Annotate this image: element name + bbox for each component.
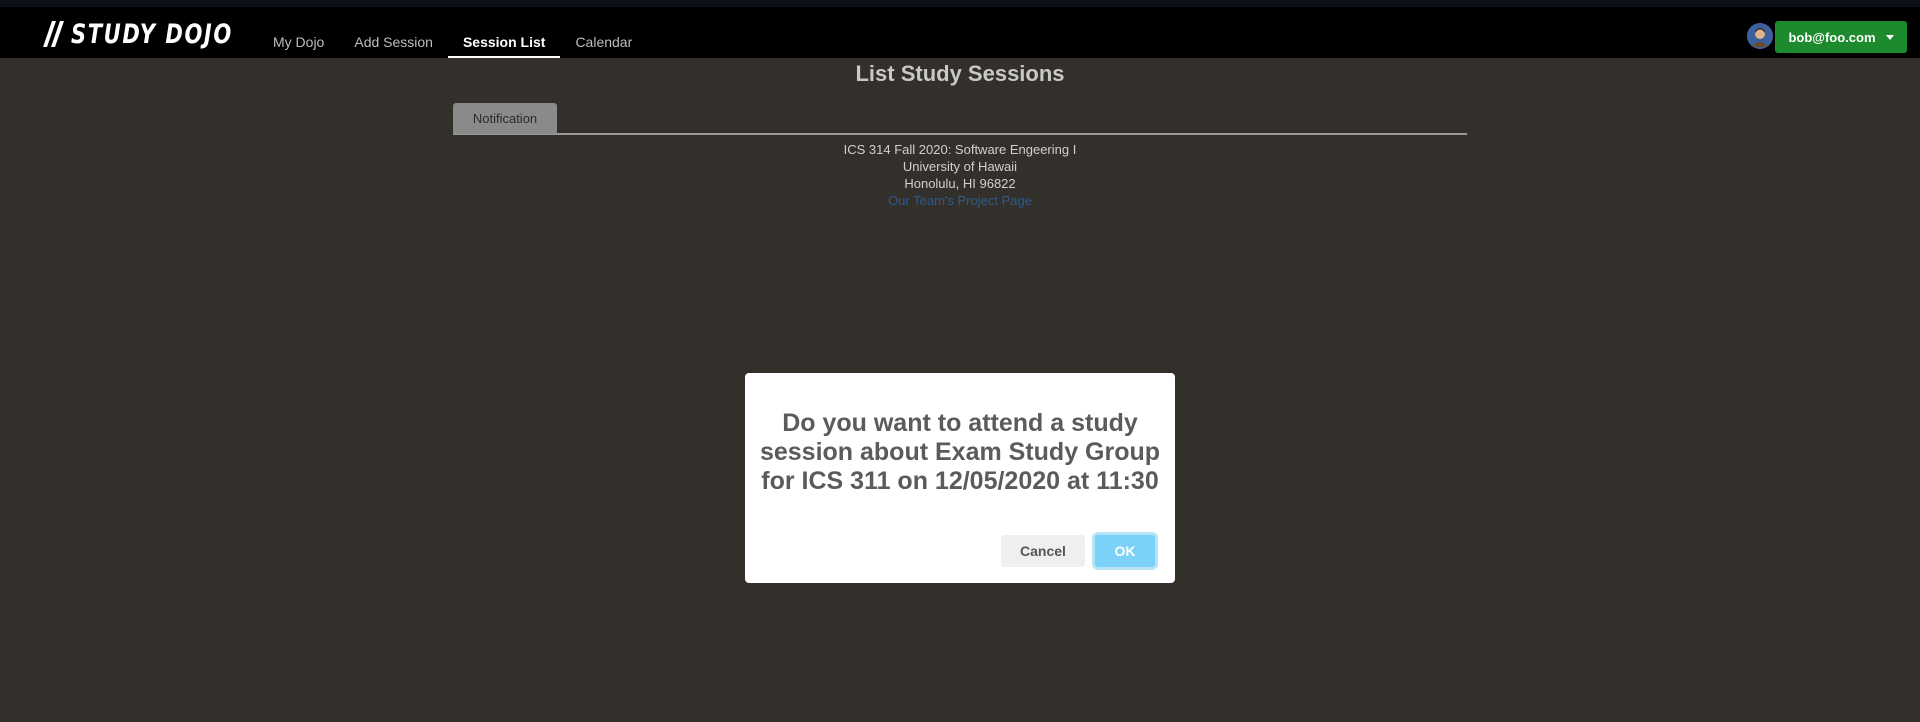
footer-location: Honolulu, HI 96822 xyxy=(904,176,1016,191)
nav-item-add-session[interactable]: Add Session xyxy=(339,7,448,58)
slash-mark-icon xyxy=(43,21,64,47)
cancel-button[interactable]: Cancel xyxy=(1001,535,1085,567)
nav-item-my-dojo[interactable]: My Dojo xyxy=(258,7,339,58)
page-title: List Study Sessions xyxy=(855,61,1065,86)
tab-notification[interactable]: Notification xyxy=(453,103,557,134)
nav-item-calendar[interactable]: Calendar xyxy=(560,7,647,58)
brand-name: STUDY DOJO xyxy=(71,18,233,50)
footer-course: ICS 314 Fall 2020: Software Engeering I xyxy=(843,142,1077,157)
nav-item-session-list[interactable]: Session List xyxy=(447,7,561,58)
top-navbar: STUDY DOJO My Dojo Add Session Session L… xyxy=(0,0,1920,58)
footer-university: University of Hawaii xyxy=(902,159,1018,174)
user-menu-button[interactable]: bob@foo.com xyxy=(1775,21,1907,53)
user-email: bob@foo.com xyxy=(1788,29,1876,45)
dialog-message: Do you want to attend a study session ab… xyxy=(759,409,1161,495)
avatar-figure-icon xyxy=(1747,23,1773,49)
ok-button[interactable]: OK xyxy=(1095,535,1155,567)
footer-info: ICS 314 Fall 2020: Software Engeering I … xyxy=(0,141,1920,209)
confirm-dialog: Do you want to attend a study session ab… xyxy=(745,373,1175,583)
caret-down-icon xyxy=(1885,34,1894,40)
main-nav: My Dojo Add Session Session List Calenda… xyxy=(258,7,647,58)
tab-bar: Notification xyxy=(453,103,1467,135)
user-avatar-icon[interactable] xyxy=(1747,23,1773,49)
project-page-link[interactable]: Our Team's Project Page xyxy=(0,192,1920,209)
brand-logo[interactable]: STUDY DOJO xyxy=(43,17,278,51)
